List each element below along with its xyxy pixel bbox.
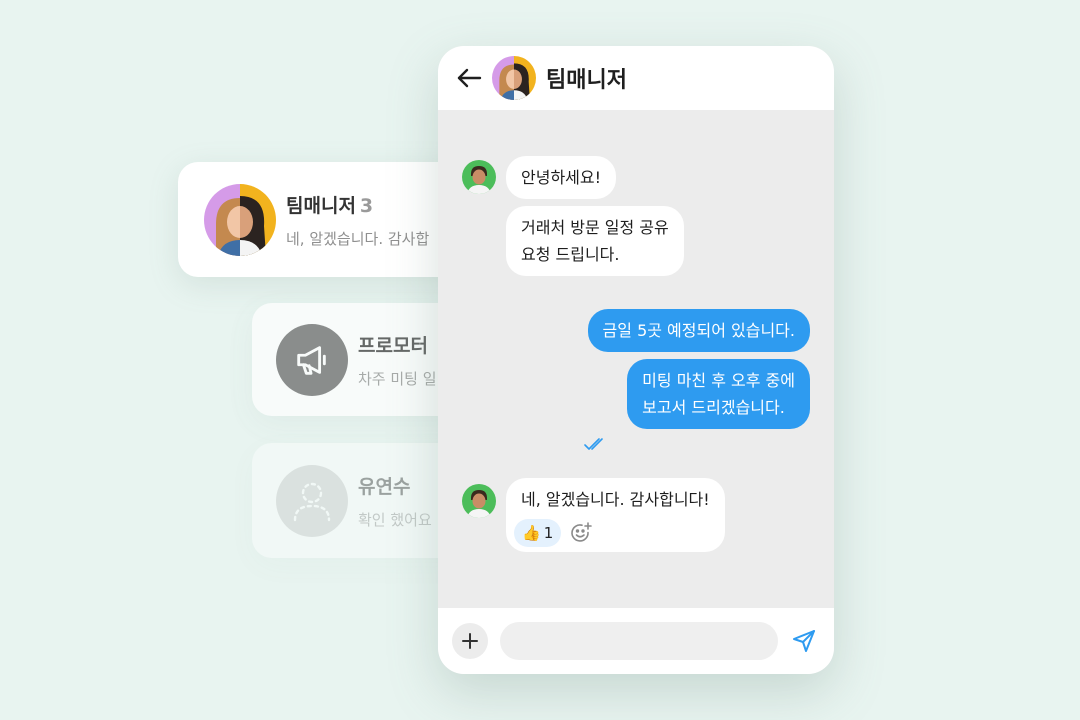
- chat-list-title: 팀매니저 3: [286, 191, 429, 218]
- sender-avatar[interactable]: [462, 484, 496, 518]
- back-arrow-icon[interactable]: [456, 65, 482, 91]
- avatar-person-1: [204, 183, 240, 256]
- chat-name: 프로모터: [358, 334, 428, 357]
- chat-name: 유연수: [358, 475, 411, 498]
- message-bubble-incoming[interactable]: 거래처 방문 일정 공유 요청 드립니다.: [506, 206, 684, 276]
- megaphone-icon: [276, 323, 348, 396]
- chat-preview: 확인 했어요: [358, 510, 432, 529]
- chat-title: 팀매니저: [546, 68, 627, 93]
- message-composer: [438, 608, 834, 674]
- message-text: 안녕하세요!: [521, 168, 602, 187]
- send-icon[interactable]: [790, 627, 818, 655]
- reaction-thumbs-up[interactable]: 👍 1: [514, 519, 562, 547]
- chat-preview: 네, 알겠습니다. 감사합: [286, 229, 430, 248]
- avatar-person-1: [492, 56, 514, 100]
- chat-window: 팀매니저 안녕하세요! 거래처 방문 일정 공유 요청 드립니다. 금일 5곳 …: [438, 46, 834, 674]
- message-text: 금일 5곳 예정되어 있습니다.: [602, 321, 795, 340]
- stage: 팀매니저 3 네, 알겠습니다. 감사합 프로모터 차주 미팅 일 유연수 확인…: [0, 0, 1080, 720]
- reaction-count: 1: [543, 524, 554, 542]
- default-user-icon: [276, 464, 348, 537]
- message-bubble-outgoing[interactable]: 금일 5곳 예정되어 있습니다.: [587, 309, 810, 352]
- group-avatar: [492, 56, 536, 100]
- chat-preview: 차주 미팅 일: [358, 369, 437, 388]
- group-avatar: [204, 183, 276, 256]
- message-input[interactable]: [500, 622, 778, 660]
- reaction-bar: 👍 1: [514, 519, 593, 547]
- avatar-person-2: [514, 56, 536, 100]
- sender-avatar[interactable]: [462, 160, 496, 194]
- message-text-line: 보고서 드리겠습니다.: [642, 398, 785, 417]
- avatar-person-2: [240, 183, 276, 256]
- chat-header: 팀매니저: [438, 46, 834, 110]
- plus-icon[interactable]: [452, 623, 488, 659]
- message-bubble-outgoing[interactable]: 미팅 마친 후 오후 중에 보고서 드리겠습니다.: [627, 359, 810, 429]
- member-count: 3: [359, 194, 374, 217]
- chat-name: 팀매니저: [286, 194, 356, 217]
- message-text-line: 거래처 방문 일정 공유: [521, 218, 669, 237]
- message-bubble-incoming[interactable]: 안녕하세요!: [506, 156, 617, 199]
- message-text: 네, 알겠습니다. 감사합니다!: [521, 490, 710, 509]
- thumbs-up-icon: 👍: [522, 524, 541, 542]
- double-check-icon: [584, 436, 608, 455]
- message-list: 안녕하세요! 거래처 방문 일정 공유 요청 드립니다. 금일 5곳 예정되어 …: [438, 110, 834, 608]
- message-text-line: 요청 드립니다.: [521, 245, 620, 264]
- message-text-line: 미팅 마친 후 오후 중에: [642, 371, 795, 390]
- chat-list-item-team-manager[interactable]: 팀매니저 3 네, 알겠습니다. 감사합: [178, 162, 468, 277]
- add-emoji-icon[interactable]: [569, 521, 593, 545]
